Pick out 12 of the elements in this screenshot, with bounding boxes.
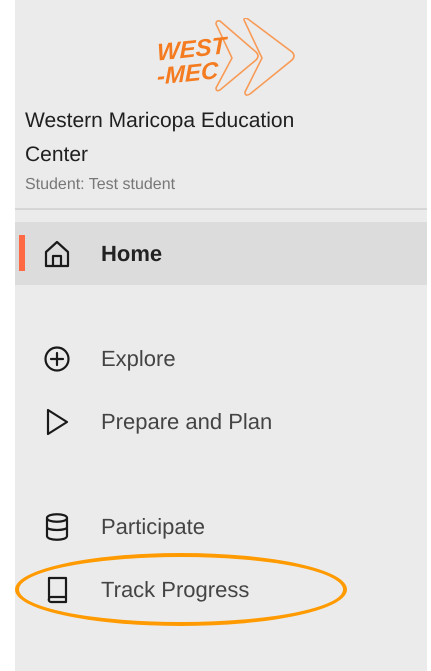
active-indicator [19,235,25,271]
nav-item[interactable]: Prepare and Plan [15,390,427,453]
logo-text: WEST -MEC [157,34,226,90]
student-name: Student: Test student [25,176,176,194]
add-circle-icon [43,344,71,374]
nav-item[interactable]: Explore [15,327,427,390]
home-icon [43,238,71,268]
database-icon [43,512,71,542]
organization-name: Western Maricopa Education Center [25,108,296,168]
nav-item[interactable]: Participate [15,495,427,558]
nav-item[interactable]: Track Progress [15,558,427,621]
nav-item[interactable]: Home [15,222,427,285]
